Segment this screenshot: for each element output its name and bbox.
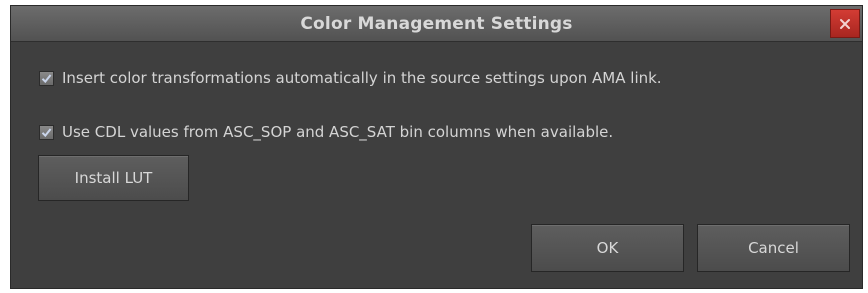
close-icon (840, 18, 850, 29)
insert-transformations-label: Insert color transformations automatical… (62, 69, 662, 87)
color-management-dialog: Color Management Settings Insert color t… (10, 5, 863, 289)
use-cdl-label: Use CDL values from ASC_SOP and ASC_SAT … (62, 123, 614, 141)
checkmark-icon (41, 73, 52, 83)
close-button[interactable] (830, 9, 860, 38)
dialog-title: Color Management Settings (300, 14, 573, 34)
title-bar[interactable]: Color Management Settings (11, 6, 862, 42)
option-insert-color-transformations[interactable]: Insert color transformations automatical… (39, 66, 662, 90)
option-use-cdl-values[interactable]: Use CDL values from ASC_SOP and ASC_SAT … (39, 120, 613, 144)
checkmark-icon (41, 127, 52, 137)
insert-transformations-checkbox[interactable] (39, 70, 54, 86)
ok-button[interactable]: OK (531, 224, 684, 272)
cancel-button[interactable]: Cancel (697, 224, 850, 272)
use-cdl-checkbox[interactable] (39, 124, 54, 140)
install-lut-button[interactable]: Install LUT (38, 155, 189, 201)
